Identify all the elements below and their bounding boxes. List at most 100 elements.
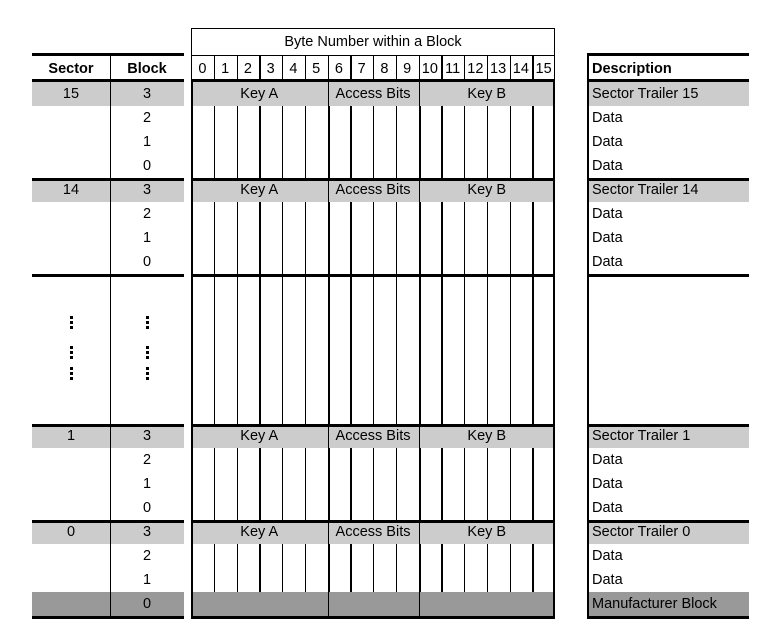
- byte-column-divider: [395, 472, 398, 496]
- byte-column-divider: [304, 568, 307, 592]
- byte-column-divider: [509, 496, 511, 520]
- byte-column-divider: [213, 274, 216, 424]
- byte-column-divider: [486, 448, 489, 472]
- byte-column-divider: [464, 106, 466, 130]
- byte-column-divider: [373, 130, 375, 154]
- byte-column-divider: [464, 568, 466, 592]
- byte-column-divider: [213, 496, 216, 520]
- description-text: Manufacturer Block: [592, 595, 717, 612]
- description-text: Sector Trailer 0: [592, 523, 691, 540]
- trailer-field-divider: [418, 178, 420, 202]
- byte-column-divider: [486, 496, 489, 520]
- byte-column-divider: [304, 226, 307, 250]
- byte-column-divider: [486, 130, 489, 154]
- byte-column-divider: [236, 226, 238, 250]
- byte-column-divider: [418, 202, 421, 226]
- block-number: 2: [142, 109, 152, 126]
- manufacturer-field-divider: [327, 592, 329, 616]
- byte-column-divider: [373, 448, 375, 472]
- byte-column-divider: [441, 202, 443, 226]
- description-text: Data: [592, 451, 623, 468]
- byte-column-divider: [350, 154, 352, 178]
- byte-column-divider: [418, 154, 421, 178]
- byte-column-divider: [532, 106, 534, 130]
- byte-column-divider: [509, 250, 511, 274]
- trailer-field-divider: [327, 82, 329, 106]
- description-text: Data: [592, 253, 623, 270]
- byte-column-divider: [373, 226, 375, 250]
- right-table-top-rule: [587, 53, 749, 56]
- byte-column-divider: [304, 106, 307, 130]
- description-text: Data: [592, 157, 623, 174]
- byte-column-divider: [259, 154, 261, 178]
- block-number: 3: [142, 427, 152, 444]
- byte-column-divider: [532, 544, 534, 568]
- trailer-field-label: Access Bits: [335, 85, 411, 102]
- sector-ellipsis: [69, 315, 73, 329]
- byte-column-divider: [486, 544, 489, 568]
- byte-column-divider: [213, 154, 216, 178]
- description-text: Data: [592, 499, 623, 516]
- byte-column-divider: [259, 250, 261, 274]
- byte-column-divider: [418, 130, 421, 154]
- byte-column-divider: [327, 250, 330, 274]
- byte-column-divider: [350, 130, 352, 154]
- byte-column-divider: [373, 544, 375, 568]
- byte-column-divider: [282, 202, 284, 226]
- byte-column-divider: [304, 250, 307, 274]
- byte-column-divider: [441, 250, 443, 274]
- byte-column-divider: [418, 226, 421, 250]
- byte-column-divider: [213, 448, 216, 472]
- byte-column-divider: [509, 448, 511, 472]
- trailer-field-label: Key A: [240, 85, 279, 102]
- sector-ellipsis: [69, 345, 73, 359]
- byte-column-divider: [350, 226, 352, 250]
- byte-column-divider: [282, 496, 284, 520]
- byte-column-divider: [350, 472, 352, 496]
- byte-column-divider: [350, 106, 352, 130]
- byte-column-divider: [236, 130, 238, 154]
- trailer-field-label: Key A: [240, 523, 279, 540]
- byte-column-divider: [259, 274, 261, 424]
- sector-number: 15: [62, 85, 80, 102]
- byte-column-divider: [486, 250, 489, 274]
- byte-column-divider: [464, 472, 466, 496]
- byte-column-divider: [327, 130, 330, 154]
- sector-number: 1: [66, 427, 76, 444]
- byte-column-divider: [236, 496, 238, 520]
- sector-number: 14: [62, 181, 80, 198]
- trailer-field-label: Access Bits: [335, 427, 411, 444]
- byte-column-divider: [418, 250, 421, 274]
- trailer-field-divider: [327, 520, 329, 544]
- byte-column-divider: [395, 202, 398, 226]
- manufacturer-row-fill: [191, 592, 555, 616]
- byte-column-divider: [532, 448, 534, 472]
- trailer-field-label: Key B: [467, 85, 507, 102]
- byte-number-title: Byte Number within a Block: [284, 33, 462, 50]
- byte-grid-group-divider: [191, 520, 555, 523]
- byte-column-divider: [395, 130, 398, 154]
- block-number: 1: [142, 475, 152, 492]
- trailer-field-divider: [327, 178, 329, 202]
- block-number: 2: [142, 547, 152, 564]
- byte-column-divider: [418, 568, 421, 592]
- byte-column-divider: [259, 226, 261, 250]
- byte-column-divider: [509, 472, 511, 496]
- byte-column-divider: [441, 274, 443, 424]
- byte-column-divider: [509, 274, 511, 424]
- trailer-field-label: Key B: [467, 523, 507, 540]
- block-number: 2: [142, 451, 152, 468]
- byte-column-divider: [282, 106, 284, 130]
- byte-column-divider: [464, 448, 466, 472]
- byte-column-divider: [418, 472, 421, 496]
- byte-column-divider: [395, 448, 398, 472]
- byte-column-divider: [327, 154, 330, 178]
- byte-column-divider: [395, 250, 398, 274]
- byte-column-divider: [486, 154, 489, 178]
- block-ellipsis: [145, 366, 149, 380]
- byte-column-divider: [373, 154, 375, 178]
- byte-column-divider: [532, 472, 534, 496]
- byte-column-divider: [532, 130, 534, 154]
- byte-column-divider: [532, 250, 534, 274]
- byte-column-divider: [373, 568, 375, 592]
